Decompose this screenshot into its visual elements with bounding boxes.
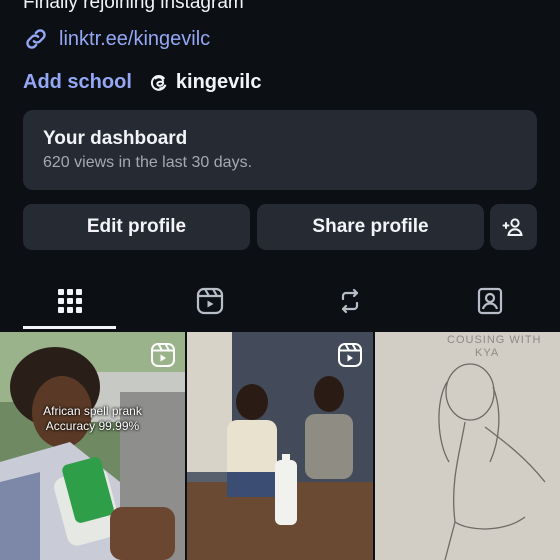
post-thumbnail[interactable]: African spell prank Accuracy 99.99% [0,332,185,560]
add-school-link[interactable]: Add school [23,71,132,94]
reels-icon [196,287,224,315]
reposts-icon [341,288,359,314]
profile-link-text[interactable]: linktr.ee/kingevilc [59,28,210,51]
post-caption-line1: African spell prank [43,404,142,418]
bio-text: Finally rejoining instagram [23,0,244,13]
tagged-icon [477,287,503,315]
sketch-text-line2: KYA [475,347,500,359]
post-caption: African spell prank Accuracy 99.99% [0,404,185,434]
tab-reels[interactable] [140,274,280,328]
post-image [375,332,560,560]
post-thumbnail[interactable] [187,332,373,560]
active-tab-indicator [23,326,116,329]
dashboard-subtitle: 620 views in the last 30 days. [43,154,253,171]
add-person-icon [502,218,523,236]
posts-grid: African spell prank Accuracy 99.99% COUS… [0,332,560,560]
profile-tabs [0,274,560,330]
tab-reposts[interactable] [280,274,420,328]
reel-badge-icon [338,343,362,367]
profile-link[interactable]: linktr.ee/kingevilc [23,26,210,52]
dashboard-card[interactable]: Your dashboard 620 views in the last 30 … [23,110,537,190]
add-person-button[interactable] [490,204,537,250]
share-profile-button[interactable]: Share profile [257,204,484,250]
threads-badge[interactable]: kingevilc [148,71,262,94]
link-icon [26,29,46,49]
reel-badge-icon [151,343,175,367]
grid-icon [58,289,82,313]
threads-handle: kingevilc [175,70,262,93]
profile-meta-row: Add school kingevilc [23,68,262,96]
post-thumbnail[interactable]: COUSING WITH KYA [375,332,560,560]
threads-icon [150,75,167,91]
sketch-text-line1: COUSING WITH [447,334,542,346]
edit-profile-button[interactable]: Edit profile [23,204,250,250]
dashboard-title: Your dashboard [43,128,188,149]
post-caption-line2: Accuracy 99.99% [45,419,140,433]
tab-tagged[interactable] [420,274,560,328]
tab-grid[interactable] [0,274,140,328]
